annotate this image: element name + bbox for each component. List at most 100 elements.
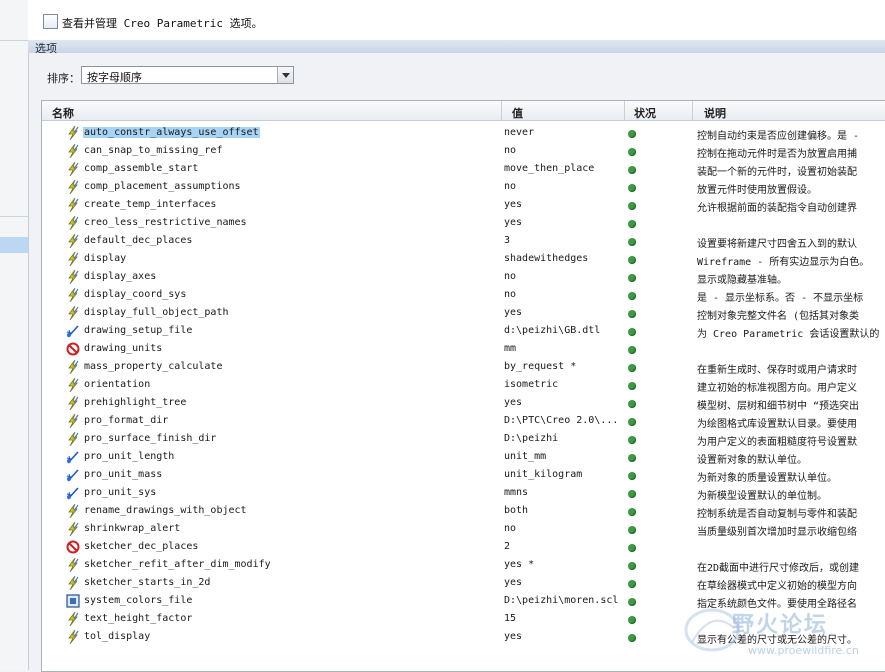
- table-row[interactable]: pro_surface_finish_dir D:\peizhi 为用户定义的表面粗…: [42, 430, 885, 448]
- option-name[interactable]: pro_unit_sys: [83, 487, 157, 498]
- table-row[interactable]: create_temp_interfaces yes 允许根据前面的装配指令自动创建…: [42, 196, 885, 214]
- table-row[interactable]: display_axes no 显示或隐藏基准轴。: [42, 268, 885, 286]
- table-row[interactable]: drawing_units mm: [42, 340, 885, 358]
- option-name[interactable]: creo_less_restrictive_names: [83, 217, 248, 228]
- option-value[interactable]: D:\PTC\Creo 2.0\...: [504, 415, 618, 426]
- option-description: 装配一个新的元件时，设置初始装配: [697, 167, 857, 178]
- option-name[interactable]: rename_drawings_with_object: [83, 505, 248, 516]
- option-name[interactable]: create_temp_interfaces: [83, 199, 217, 210]
- option-name[interactable]: pro_surface_finish_dir: [83, 433, 217, 444]
- option-value[interactable]: yes: [504, 397, 522, 408]
- option-value[interactable]: yes: [504, 199, 522, 210]
- option-value[interactable]: both: [504, 505, 528, 516]
- option-value[interactable]: 2: [504, 541, 510, 552]
- option-name[interactable]: prehighlight_tree: [83, 397, 187, 408]
- option-value[interactable]: unit_kilogram: [504, 469, 582, 480]
- option-name[interactable]: display_axes: [83, 271, 157, 282]
- option-name[interactable]: sketcher_dec_places: [83, 541, 199, 552]
- column-header-name[interactable]: 名称: [52, 105, 74, 121]
- chevron-down-icon[interactable]: [277, 67, 293, 83]
- lightning-icon: [66, 287, 80, 303]
- option-value[interactable]: D:\peizhi\moren.scl: [504, 595, 618, 606]
- view-options-checkbox[interactable]: [43, 14, 58, 29]
- option-value[interactable]: no: [504, 145, 516, 156]
- option-value[interactable]: 15: [504, 613, 516, 624]
- option-name[interactable]: display: [83, 253, 127, 264]
- option-name[interactable]: comp_placement_assumptions: [83, 181, 242, 192]
- option-value[interactable]: no: [504, 271, 516, 282]
- option-value[interactable]: yes *: [504, 559, 534, 570]
- option-name[interactable]: system_colors_file: [83, 595, 193, 606]
- option-name[interactable]: tol_display: [83, 631, 151, 642]
- option-value[interactable]: by_request *: [504, 361, 576, 372]
- table-row[interactable]: sketcher_starts_in_2d yes 在草绘器模式中定义初始的模型方向: [42, 574, 885, 592]
- option-value[interactable]: no: [504, 289, 516, 300]
- option-name[interactable]: text_height_factor: [83, 613, 193, 624]
- status-ok-icon: [628, 526, 636, 534]
- option-name[interactable]: pro_unit_mass: [83, 469, 163, 480]
- sort-dropdown[interactable]: 按字母顺序: [81, 66, 294, 84]
- table-row[interactable]: sketcher_refit_after_dim_modify yes * 在2D截…: [42, 556, 885, 574]
- table-row[interactable]: rename_drawings_with_object both 控制系统是否自动复…: [42, 502, 885, 520]
- table-row[interactable]: shrinkwrap_alert no 当质量级别首次增加时显示收缩包络: [42, 520, 885, 538]
- table-row[interactable]: auto_constr_always_use_offset never 控制自动约束…: [42, 124, 885, 142]
- option-value[interactable]: yes: [504, 307, 522, 318]
- lightning-icon: [66, 269, 80, 285]
- status-ok-icon: [628, 634, 636, 642]
- option-value[interactable]: unit_mm: [504, 451, 546, 462]
- option-name[interactable]: mass_property_calculate: [83, 361, 223, 372]
- column-header-description[interactable]: 说明: [704, 105, 726, 121]
- table-row[interactable]: drawing_setup_file d:\peizhi\GB.dtl 为 Creo…: [42, 322, 885, 340]
- option-value[interactable]: 3: [504, 235, 510, 246]
- lightning-icon: [66, 143, 80, 159]
- option-value[interactable]: yes: [504, 631, 522, 642]
- option-value[interactable]: mm: [504, 343, 516, 354]
- table-row[interactable]: pro_format_dir D:\PTC\Creo 2.0\... 为绘图格式库设…: [42, 412, 885, 430]
- option-value[interactable]: never: [504, 127, 534, 138]
- table-row[interactable]: sketcher_dec_places 2: [42, 538, 885, 556]
- option-value[interactable]: yes: [504, 217, 522, 228]
- option-value[interactable]: move_then_place: [504, 163, 594, 174]
- table-row[interactable]: default_dec_places 3 设置要将新建尺寸四舍五入到的默认: [42, 232, 885, 250]
- table-row[interactable]: orientation isometric 建立初始的标准视图方向。用户定义: [42, 376, 885, 394]
- option-name[interactable]: sketcher_starts_in_2d: [83, 577, 211, 588]
- table-row[interactable]: prehighlight_tree yes 模型树、层树和细节树中 “预选突出: [42, 394, 885, 412]
- option-value[interactable]: yes: [504, 577, 522, 588]
- table-row[interactable]: display_coord_sys no 是 - 显示坐标系。否 - 不显示坐标: [42, 286, 885, 304]
- table-row[interactable]: can_snap_to_missing_ref no 控制在拖动元件时是否为放置启用…: [42, 142, 885, 160]
- option-name[interactable]: auto_constr_always_use_offset: [83, 127, 260, 138]
- left-panel-selected-item[interactable]: [0, 237, 28, 253]
- status-ok-icon: [628, 472, 636, 480]
- column-header-value[interactable]: 值: [512, 105, 523, 121]
- option-name[interactable]: can_snap_to_missing_ref: [83, 145, 223, 156]
- option-name[interactable]: drawing_setup_file: [83, 325, 193, 336]
- table-row[interactable]: comp_assemble_start move_then_place 装配一个新的…: [42, 160, 885, 178]
- option-name[interactable]: default_dec_places: [83, 235, 193, 246]
- option-name[interactable]: shrinkwrap_alert: [83, 523, 181, 534]
- option-value[interactable]: D:\peizhi: [504, 433, 558, 444]
- option-value[interactable]: isometric: [504, 379, 558, 390]
- table-row[interactable]: pro_unit_sys mmns 为新模型设置默认的单位制。: [42, 484, 885, 502]
- option-name[interactable]: pro_unit_length: [83, 451, 175, 462]
- option-value[interactable]: shadewithedges: [504, 253, 588, 264]
- option-description: 在重新生成时、保存时或用户请求时: [697, 365, 857, 376]
- table-row[interactable]: display shadewithedges Wireframe - 所有实边显示为…: [42, 250, 885, 268]
- option-name[interactable]: comp_assemble_start: [83, 163, 199, 174]
- option-name[interactable]: display_full_object_path: [83, 307, 230, 318]
- option-value[interactable]: mmns: [504, 487, 528, 498]
- table-row[interactable]: comp_placement_assumptions no 放置元件时使用放置假设。: [42, 178, 885, 196]
- table-row[interactable]: creo_less_restrictive_names yes: [42, 214, 885, 232]
- table-row[interactable]: pro_unit_mass unit_kilogram 为新对象的质量设置默认单位。: [42, 466, 885, 484]
- option-name[interactable]: display_coord_sys: [83, 289, 187, 300]
- table-row[interactable]: mass_property_calculate by_request * 在重新生成…: [42, 358, 885, 376]
- column-header-status[interactable]: 状况: [634, 105, 656, 121]
- table-row[interactable]: pro_unit_length unit_mm 设置新对象的默认单位。: [42, 448, 885, 466]
- option-value[interactable]: no: [504, 181, 516, 192]
- option-name[interactable]: orientation: [83, 379, 151, 390]
- option-value[interactable]: no: [504, 523, 516, 534]
- option-value[interactable]: d:\peizhi\GB.dtl: [504, 325, 600, 336]
- option-name[interactable]: pro_format_dir: [83, 415, 169, 426]
- option-name[interactable]: drawing_units: [83, 343, 163, 354]
- option-name[interactable]: sketcher_refit_after_dim_modify: [83, 559, 272, 570]
- table-row[interactable]: display_full_object_path yes 控制对象完整文件名 (包括…: [42, 304, 885, 322]
